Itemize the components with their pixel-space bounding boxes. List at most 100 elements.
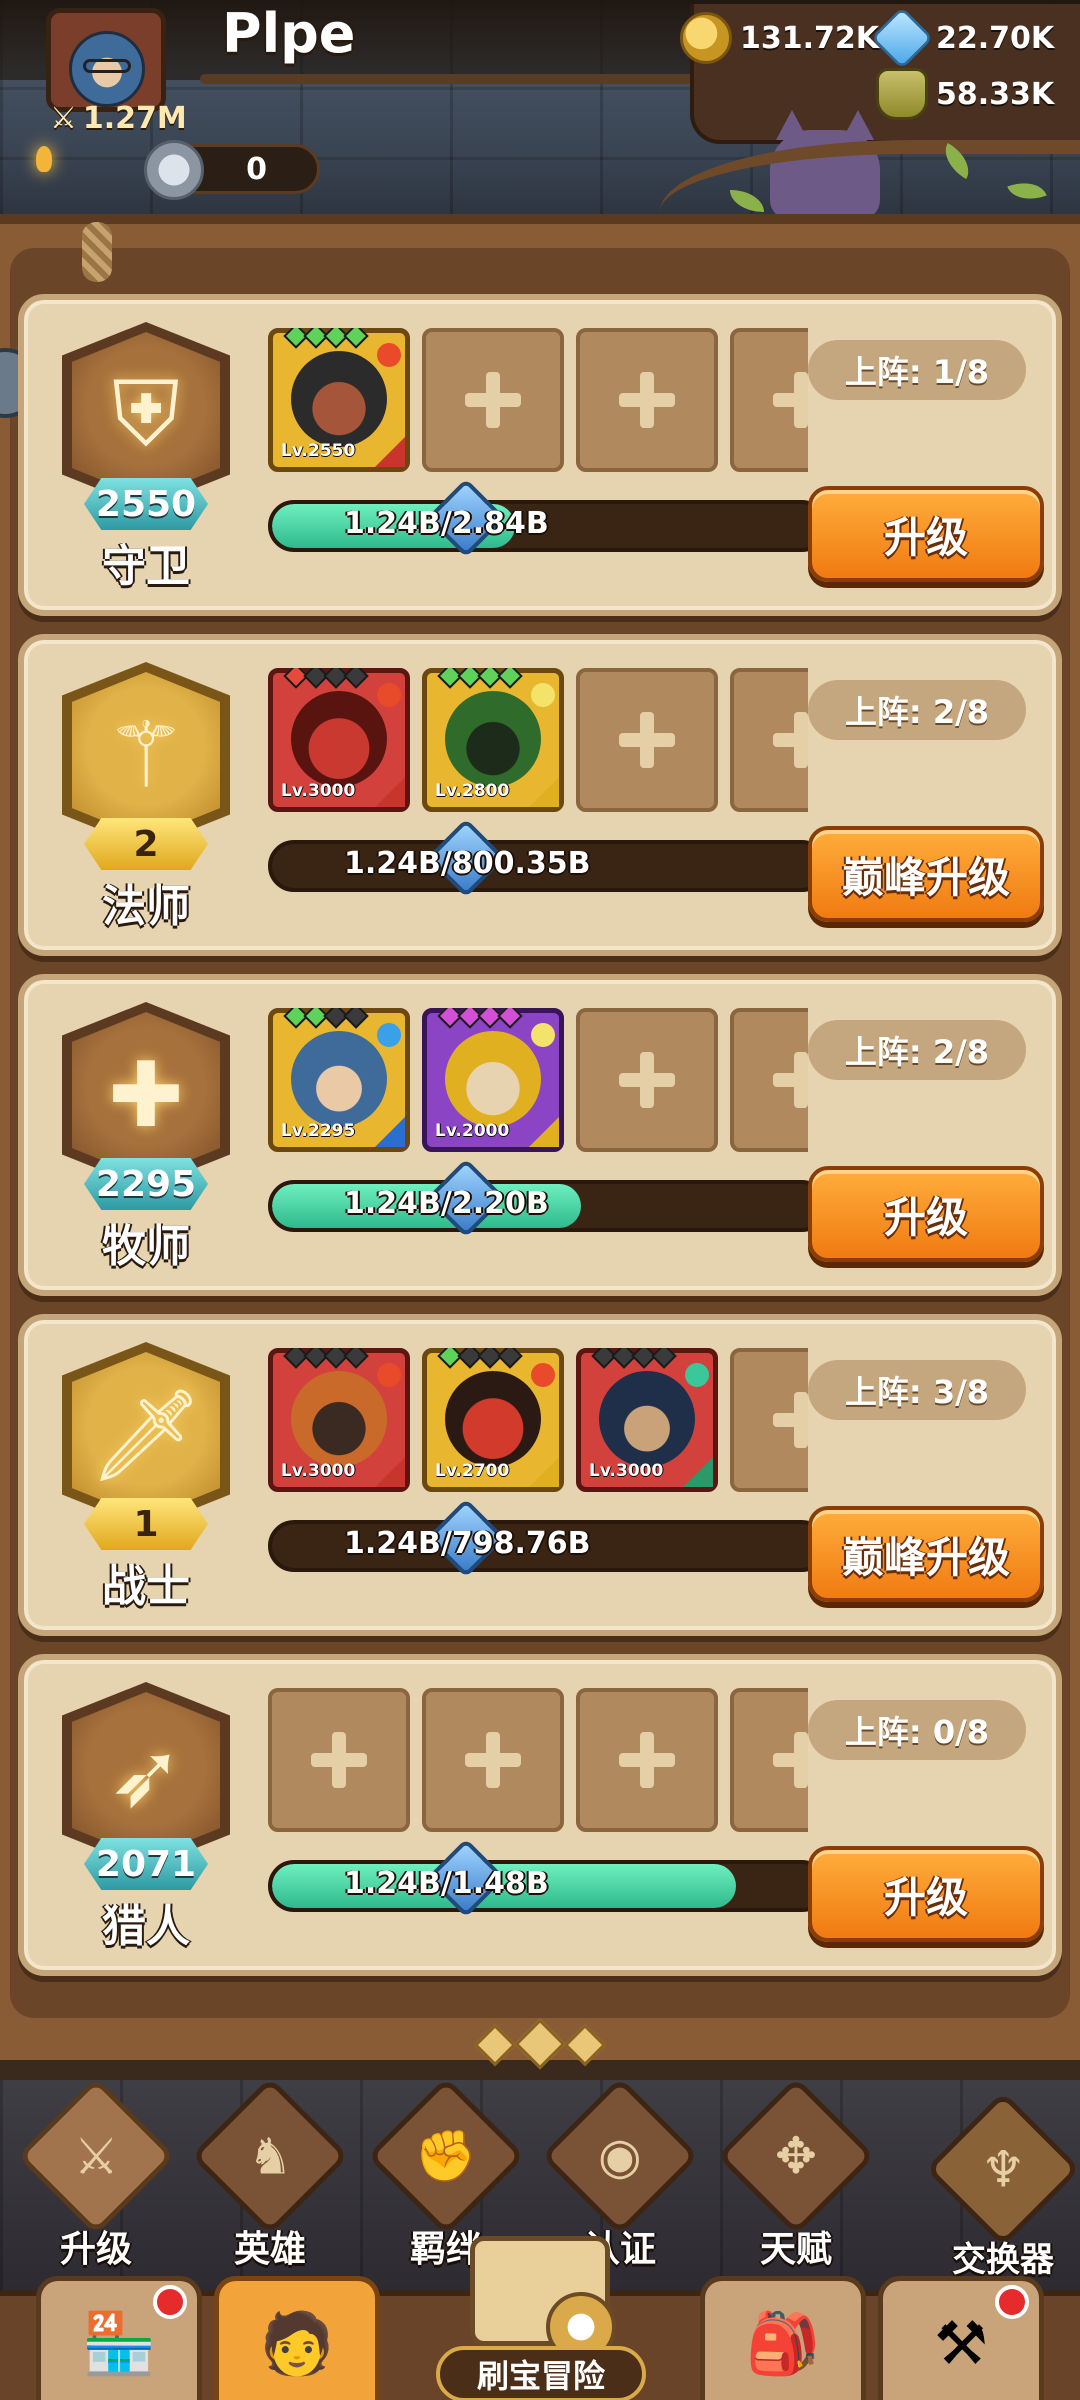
potion-icon bbox=[876, 68, 928, 120]
hero-slot[interactable]: Lv.2000 bbox=[422, 1008, 564, 1152]
hero-level: Lv.2000 bbox=[435, 1121, 510, 1141]
nav-treasure-adventure[interactable]: 刷宝冒险 bbox=[396, 2236, 686, 2400]
upgrade-button[interactable]: 升级 bbox=[808, 486, 1044, 582]
peak-upgrade-button[interactable]: 巅峰升级 bbox=[808, 826, 1044, 922]
nav-bag[interactable]: 🎒 bbox=[700, 2276, 866, 2400]
hero-slot[interactable]: Lv.3000 bbox=[268, 1348, 410, 1492]
plus-icon bbox=[773, 712, 808, 768]
func-upgrade[interactable]: ⚔ 升级 bbox=[16, 2076, 176, 2272]
func-talent[interactable]: ✥ 天赋 bbox=[716, 2076, 876, 2272]
hero-slots: Lv.3000 Lv.2800 bbox=[268, 668, 808, 812]
upgrade-button[interactable]: 升级 bbox=[808, 1846, 1044, 1942]
healer-role-icon bbox=[375, 1117, 405, 1147]
hero-level: Lv.2550 bbox=[281, 441, 356, 461]
plus-icon bbox=[773, 372, 808, 428]
empty-slot[interactable] bbox=[730, 328, 808, 472]
nav-shop[interactable]: 🏪 bbox=[36, 2276, 202, 2400]
class-name: 法师 bbox=[102, 881, 190, 932]
class-level-badge: 1 bbox=[84, 1498, 208, 1550]
combat-power: ⚔ 1.27M bbox=[40, 98, 197, 138]
hero-slots bbox=[268, 1688, 808, 1832]
hero-slot[interactable]: Lv.2800 bbox=[422, 668, 564, 812]
forge-icon: ⚒ bbox=[934, 2308, 988, 2379]
gem-currency[interactable]: 22.70K bbox=[870, 6, 1055, 70]
upgrade-button[interactable]: 升级 bbox=[808, 1166, 1044, 1262]
progress-text: 1.24B/800.35B bbox=[344, 846, 591, 881]
progress-text: 1.24B/798.76B bbox=[344, 1526, 591, 1561]
deploy-count: 上阵: 2/8 bbox=[808, 1020, 1026, 1080]
nav-heroes[interactable]: 🧑 bbox=[214, 2276, 380, 2400]
fire-element-icon bbox=[377, 683, 401, 707]
plus-icon bbox=[773, 1052, 808, 1108]
player-avatar[interactable] bbox=[46, 8, 166, 112]
exchanger-button[interactable]: ♆ 交换器 bbox=[925, 2091, 1080, 2281]
empty-slot[interactable] bbox=[730, 1008, 808, 1152]
hero-slot[interactable]: Lv.3000 bbox=[576, 1348, 718, 1492]
gem-value: 22.70K bbox=[936, 20, 1055, 56]
hero-stars bbox=[283, 1348, 369, 1369]
empty-slot[interactable] bbox=[576, 328, 718, 472]
empty-slot[interactable] bbox=[576, 1008, 718, 1152]
warrior-role-icon bbox=[375, 1457, 405, 1487]
crossed-swords-icon: ⚔ bbox=[50, 100, 77, 136]
light-element-icon bbox=[531, 1023, 555, 1047]
potion-currency[interactable]: 58.33K bbox=[876, 68, 1054, 120]
empty-slot[interactable] bbox=[422, 1688, 564, 1832]
progress-text: 1.24B/1.48B bbox=[344, 1866, 549, 1901]
shop-icon: 🏪 bbox=[81, 2309, 157, 2379]
empty-slot[interactable] bbox=[576, 668, 718, 812]
plus-icon bbox=[773, 1392, 808, 1448]
empty-slot[interactable] bbox=[268, 1688, 410, 1832]
potion-value: 58.33K bbox=[936, 76, 1055, 112]
gold-value: 131.72K bbox=[740, 20, 880, 56]
tank-role-icon bbox=[375, 437, 405, 467]
class-level-badge: 2 bbox=[84, 818, 208, 870]
peak-upgrade-button[interactable]: 巅峰升级 bbox=[808, 1506, 1044, 1602]
hero-slots: Lv.3000 Lv.2700 Lv.3000 bbox=[268, 1348, 808, 1492]
game-screen: Plpe ⚔ 1.27M 0 131.72K 22.70K 58.33K ⛨ 2 bbox=[0, 0, 1080, 2400]
plus-icon bbox=[619, 712, 675, 768]
empty-slot[interactable] bbox=[730, 668, 808, 812]
hero-portrait bbox=[291, 1031, 387, 1127]
fire-element-icon bbox=[377, 343, 401, 367]
empty-slot[interactable] bbox=[730, 1348, 808, 1492]
class-card-hunter: ➶ 2071 猎人 上阵: 0/8 1.24B/1.48B 升级 bbox=[18, 1654, 1062, 1976]
star-icon bbox=[497, 668, 523, 689]
plus-icon bbox=[619, 1052, 675, 1108]
star-icon bbox=[343, 668, 369, 689]
empty-slot[interactable] bbox=[576, 1688, 718, 1832]
empty-slot[interactable] bbox=[730, 1688, 808, 1832]
hero-level: Lv.3000 bbox=[589, 1461, 664, 1481]
class-card-priest: ✚ 2295 牧师 Lv.2295 Lv.2000 上阵: 2/8 1.24B/… bbox=[18, 974, 1062, 1296]
fire-element-icon bbox=[377, 1363, 401, 1387]
class-name: 牧师 bbox=[102, 1221, 190, 1272]
class-level-badge: 2071 bbox=[84, 1838, 208, 1890]
star-icon bbox=[497, 1008, 523, 1029]
hero-slot[interactable]: Lv.3000 bbox=[268, 668, 410, 812]
gold-currency[interactable]: 131.72K bbox=[680, 12, 879, 64]
hero-stars bbox=[283, 668, 369, 689]
progress-text: 1.24B/2.84B bbox=[344, 506, 549, 541]
notification-dot bbox=[995, 2285, 1029, 2319]
nav-forge[interactable]: ⚒ bbox=[878, 2276, 1044, 2400]
player-name: Plpe bbox=[222, 2, 356, 65]
light-element-icon bbox=[531, 683, 555, 707]
star-icon bbox=[497, 1348, 523, 1369]
healer-role-icon bbox=[529, 1117, 559, 1147]
func-heroes[interactable]: ♞ 英雄 bbox=[190, 2076, 350, 2272]
hero-slot[interactable]: Lv.2295 bbox=[268, 1008, 410, 1152]
hero-portrait bbox=[291, 1371, 387, 1467]
empty-slot[interactable] bbox=[422, 328, 564, 472]
hero-level: Lv.2295 bbox=[281, 1121, 356, 1141]
plus-icon bbox=[619, 1732, 675, 1788]
avatar-glasses bbox=[83, 59, 131, 73]
deploy-count: 上阵: 1/8 bbox=[808, 340, 1026, 400]
mage-role-icon bbox=[375, 777, 405, 807]
hero-slot[interactable]: Lv.2700 bbox=[422, 1348, 564, 1492]
star-icon bbox=[343, 328, 369, 349]
plus-icon bbox=[619, 372, 675, 428]
ornament-diamond bbox=[563, 2023, 607, 2067]
hero-portrait bbox=[291, 691, 387, 787]
hero-stars bbox=[283, 1008, 369, 1029]
hero-slot[interactable]: Lv.2550 bbox=[268, 328, 410, 472]
